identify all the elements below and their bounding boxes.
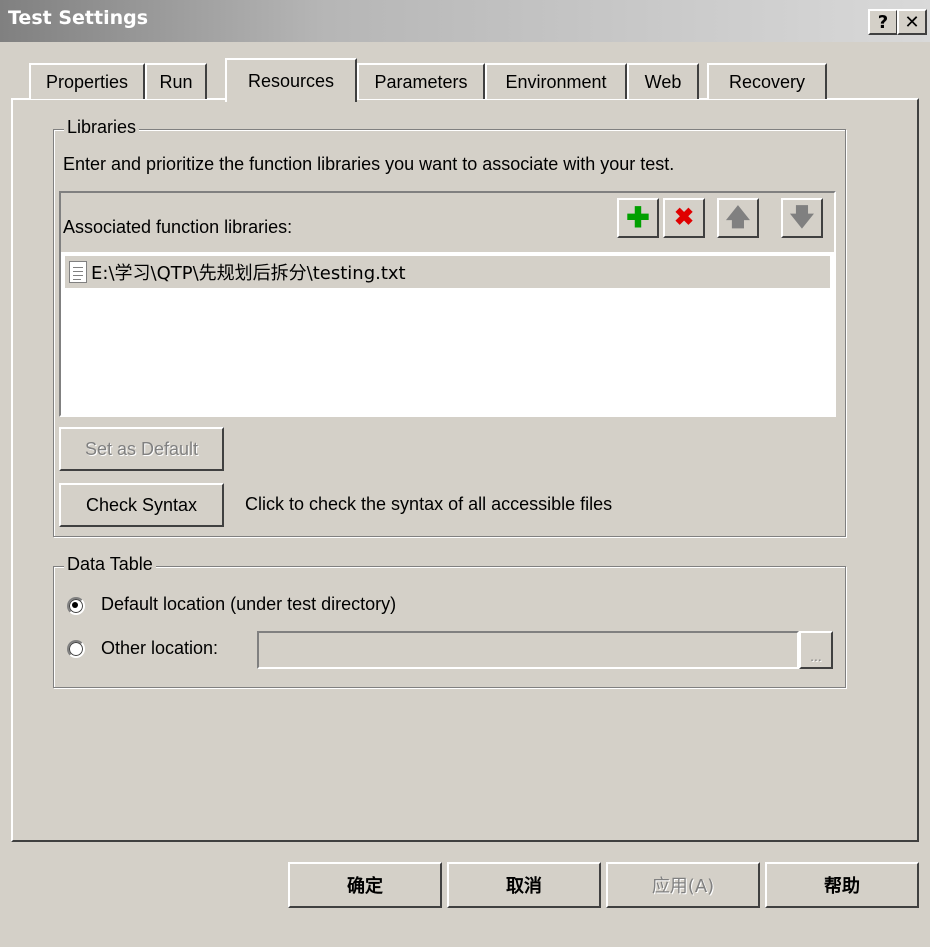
check-syntax-hint: Click to check the syntax of all accessi… <box>245 494 613 514</box>
help-label: 帮助 <box>824 876 860 897</box>
ok-label: 确定 <box>347 876 383 897</box>
remove-library-button[interactable]: ✖ <box>663 198 705 238</box>
check-syntax-label: Check Syntax <box>85 494 198 515</box>
close-button[interactable]: ✕ <box>897 9 927 35</box>
move-down-button[interactable]: 🡇 <box>781 198 823 238</box>
cancel-button[interactable]: 取消 <box>447 862 601 908</box>
window-title: Test Settings <box>8 7 149 29</box>
text-file-icon <box>69 261 87 283</box>
tab-web[interactable]: Web <box>627 63 699 99</box>
cancel-label: 取消 <box>506 876 542 897</box>
delete-x-icon: ✖ <box>673 204 695 231</box>
check-syntax-button[interactable]: Check Syntax <box>59 483 224 527</box>
tab-properties[interactable]: Properties <box>29 63 145 99</box>
other-location-label: Other location: <box>101 638 219 658</box>
apply-button[interactable]: 应用(A) <box>606 862 760 908</box>
libraries-legend: Libraries <box>64 117 140 138</box>
help-question-button[interactable]: ? <box>868 9 898 35</box>
ok-button[interactable]: 确定 <box>288 862 442 908</box>
browse-button[interactable]: ... <box>799 631 833 669</box>
tab-resources[interactable]: Resources <box>225 58 357 102</box>
set-as-default-label: Set as Default <box>84 438 199 459</box>
data-table-group <box>53 566 846 688</box>
add-library-button[interactable]: ✚ <box>617 198 659 238</box>
radio-selected-dot <box>72 602 78 608</box>
apply-label: 应用(A) <box>651 876 715 897</box>
tab-parameters[interactable]: Parameters <box>357 63 485 99</box>
arrow-down-icon: 🡇 <box>789 204 815 231</box>
library-path: E:\学习\QTP\先规划后拆分\testing.txt <box>91 263 406 284</box>
tab-recovery[interactable]: Recovery <box>707 63 827 99</box>
default-location-label: Default location (under test directory) <box>101 594 397 614</box>
libraries-description: Enter and prioritize the function librar… <box>63 154 675 174</box>
other-location-field[interactable] <box>257 631 799 669</box>
library-list-item[interactable]: E:\学习\QTP\先规划后拆分\testing.txt <box>65 256 830 288</box>
data-table-legend: Data Table <box>64 554 156 575</box>
move-up-button[interactable]: 🡅 <box>717 198 759 238</box>
plus-icon: ✚ <box>626 202 650 233</box>
browse-label: ... <box>810 648 822 664</box>
default-location-radio[interactable] <box>67 597 85 615</box>
other-location-radio[interactable] <box>67 640 85 658</box>
associated-libraries-label: Associated function libraries: <box>63 217 293 237</box>
help-button[interactable]: 帮助 <box>765 862 919 908</box>
arrow-up-icon: 🡅 <box>725 204 751 231</box>
tab-environment[interactable]: Environment <box>485 63 627 99</box>
tab-run[interactable]: Run <box>145 63 207 99</box>
set-as-default-button[interactable]: Set as Default <box>59 427 224 471</box>
